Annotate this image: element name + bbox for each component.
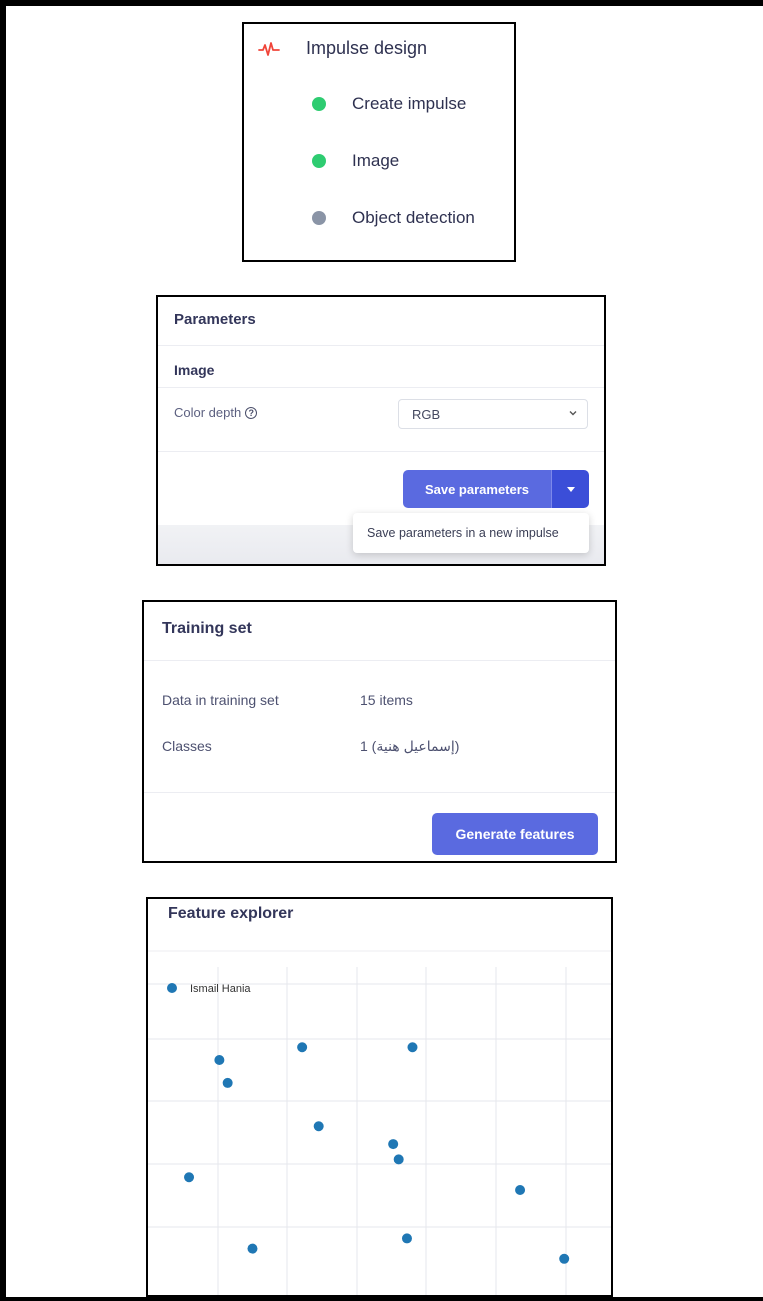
help-icon[interactable]: ? xyxy=(245,406,258,419)
data-point xyxy=(222,1077,233,1088)
data-in-training-set-value: 15 items xyxy=(360,692,413,708)
data-point xyxy=(559,1253,570,1264)
status-dot-icon xyxy=(312,211,326,225)
legend-label: Ismail Hania xyxy=(190,983,251,995)
save-new-impulse-menu-item[interactable]: Save parameters in a new impulse xyxy=(353,513,589,553)
nav-item-create-impulse[interactable]: Create impulse xyxy=(312,94,466,114)
nav-item-image[interactable]: Image xyxy=(312,151,399,171)
parameters-title: Parameters xyxy=(174,311,256,328)
nav-item-label: Object detection xyxy=(352,208,475,227)
color-depth-label: Color depth ? xyxy=(174,405,258,420)
chevron-down-icon xyxy=(569,411,577,416)
impulse-design-panel: Impulse design Create impulse Image Obje… xyxy=(242,22,516,262)
data-point xyxy=(407,1042,418,1053)
feature-explorer-panel: Feature explorer Ismail Hania xyxy=(146,897,613,1297)
data-point xyxy=(393,1154,404,1165)
legend-marker xyxy=(167,983,177,993)
data-point xyxy=(401,1233,412,1244)
data-point xyxy=(313,1121,324,1132)
data-point xyxy=(515,1184,526,1195)
training-set-title: Training set xyxy=(162,620,252,637)
divider xyxy=(144,660,615,661)
frame-top-border xyxy=(0,0,763,6)
parameters-panel: Parameters Image Color depth ? RGB Save … xyxy=(156,295,606,566)
nav-item-label: Image xyxy=(352,151,400,170)
save-parameters-button[interactable]: Save parameters xyxy=(403,470,551,508)
impulse-design-header[interactable]: Impulse design xyxy=(258,38,427,59)
data-point xyxy=(297,1042,308,1053)
classes-value: 1 (إسماعيل هنية) xyxy=(360,738,460,754)
feature-scatter-plot[interactable]: Ismail Hania xyxy=(148,899,611,1295)
status-dot-icon xyxy=(312,97,326,111)
data-point xyxy=(247,1243,258,1254)
classes-label: Classes xyxy=(162,738,212,754)
generate-features-button[interactable]: Generate features xyxy=(432,813,598,855)
nav-item-object-detection[interactable]: Object detection xyxy=(312,208,475,228)
divider xyxy=(158,387,604,388)
frame-left-border xyxy=(0,0,6,1301)
status-dot-icon xyxy=(312,154,326,168)
data-point xyxy=(184,1172,195,1183)
color-depth-text: Color depth xyxy=(174,405,242,420)
color-depth-value: RGB xyxy=(412,406,441,422)
pulse-icon xyxy=(258,41,280,56)
color-depth-select[interactable]: RGB xyxy=(398,399,588,429)
training-set-panel: Training set Data in training set 15 ite… xyxy=(142,600,617,863)
data-point xyxy=(214,1054,225,1065)
divider xyxy=(144,792,615,793)
divider xyxy=(158,451,604,452)
nav-item-label: Create impulse xyxy=(352,94,467,113)
frame-bottom-border xyxy=(0,1297,763,1301)
divider xyxy=(158,345,604,346)
caret-down-icon xyxy=(566,486,575,492)
save-options-dropdown-toggle[interactable] xyxy=(551,470,589,508)
image-section-title: Image xyxy=(174,362,215,378)
data-in-training-set-label: Data in training set xyxy=(162,692,279,708)
data-point xyxy=(388,1139,399,1150)
impulse-design-title: Impulse design xyxy=(306,38,428,58)
